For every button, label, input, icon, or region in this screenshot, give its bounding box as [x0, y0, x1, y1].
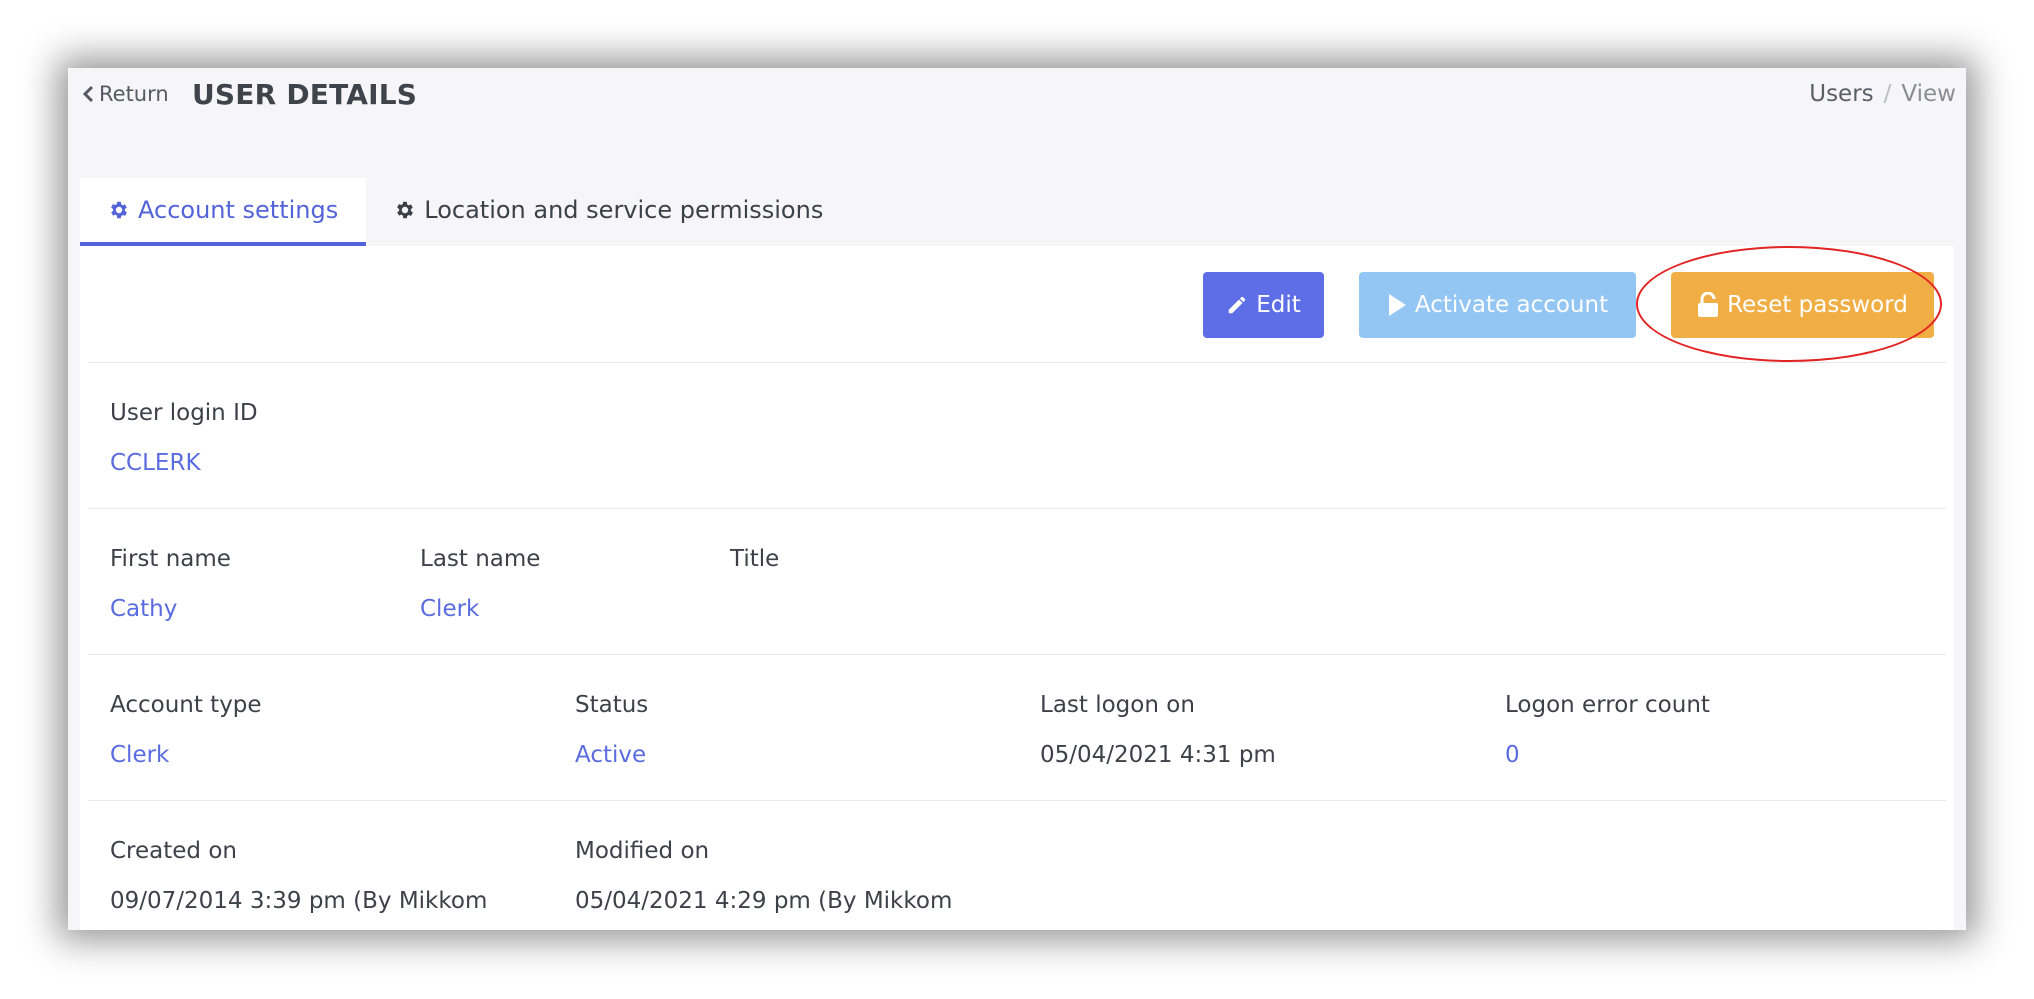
breadcrumb-view: View [1901, 81, 1956, 107]
user-login-id-label: User login ID [110, 400, 258, 426]
tab-label: Account settings [138, 196, 339, 224]
user-login-id-value: CCLERK [110, 450, 201, 476]
pencil-icon [1228, 296, 1246, 314]
edit-label: Edit [1256, 292, 1301, 318]
reset-password-button[interactable]: Reset password [1671, 272, 1934, 338]
breadcrumb-users[interactable]: Users [1809, 81, 1873, 107]
title-label: Title [730, 546, 780, 572]
last-logon-value: 05/04/2021 4:31 pm [1040, 742, 1276, 768]
page-header: Return USER DETAILS Users / View [68, 68, 1966, 118]
breadcrumb-separator: / [1883, 81, 1892, 107]
page-title: USER DETAILS [192, 78, 418, 111]
action-bar: Edit Activate account Reset password [1203, 272, 1934, 338]
account-type-label: Account type [110, 692, 262, 718]
last-name-label: Last name [420, 546, 541, 572]
status-value: Active [575, 742, 647, 768]
gear-icon [111, 201, 127, 219]
created-on-label: Created on [110, 838, 237, 864]
play-icon [1388, 294, 1406, 316]
account-type-value: Clerk [110, 742, 170, 768]
last-name-value: Clerk [420, 596, 480, 622]
divider [88, 508, 1946, 509]
reset-label: Reset password [1727, 292, 1908, 318]
activate-label: Activate account [1414, 292, 1609, 318]
breadcrumb: Users / View [1809, 81, 1956, 107]
created-on-value: 09/07/2014 3:39 pm (By Mikkom [110, 888, 488, 914]
return-label: Return [99, 82, 169, 106]
chevron-left-icon [82, 85, 94, 103]
status-label: Status [575, 692, 649, 718]
app-window: Return USER DETAILS Users / View Account s… [68, 68, 1966, 930]
modified-on-value: 05/04/2021 4:29 pm (By Mikkom [575, 888, 953, 914]
modified-on-label: Modified on [575, 838, 710, 864]
logon-error-count-value: 0 [1505, 742, 1520, 768]
tab-label: Location and service permissions [424, 196, 824, 224]
tab-account-settings[interactable]: Account settings [80, 178, 367, 246]
unlock-icon [1698, 292, 1719, 317]
tab-location-permissions[interactable]: Location and service permissions [366, 178, 851, 242]
last-logon-label: Last logon on [1040, 692, 1195, 718]
first-name-value: Cathy [110, 596, 178, 622]
logon-error-count-label: Logon error count [1505, 692, 1710, 718]
divider [88, 800, 1946, 801]
activate-account-button[interactable]: Activate account [1359, 272, 1636, 338]
return-link[interactable]: Return [82, 82, 169, 106]
gear-icon [397, 201, 414, 219]
tab-bar: Account settings Location and service pe… [80, 178, 851, 246]
divider [88, 362, 1946, 363]
divider [88, 654, 1946, 655]
account-settings-panel: Edit Activate account Reset password Use… [80, 246, 1954, 930]
first-name-label: First name [110, 546, 231, 572]
edit-button[interactable]: Edit [1203, 272, 1324, 338]
